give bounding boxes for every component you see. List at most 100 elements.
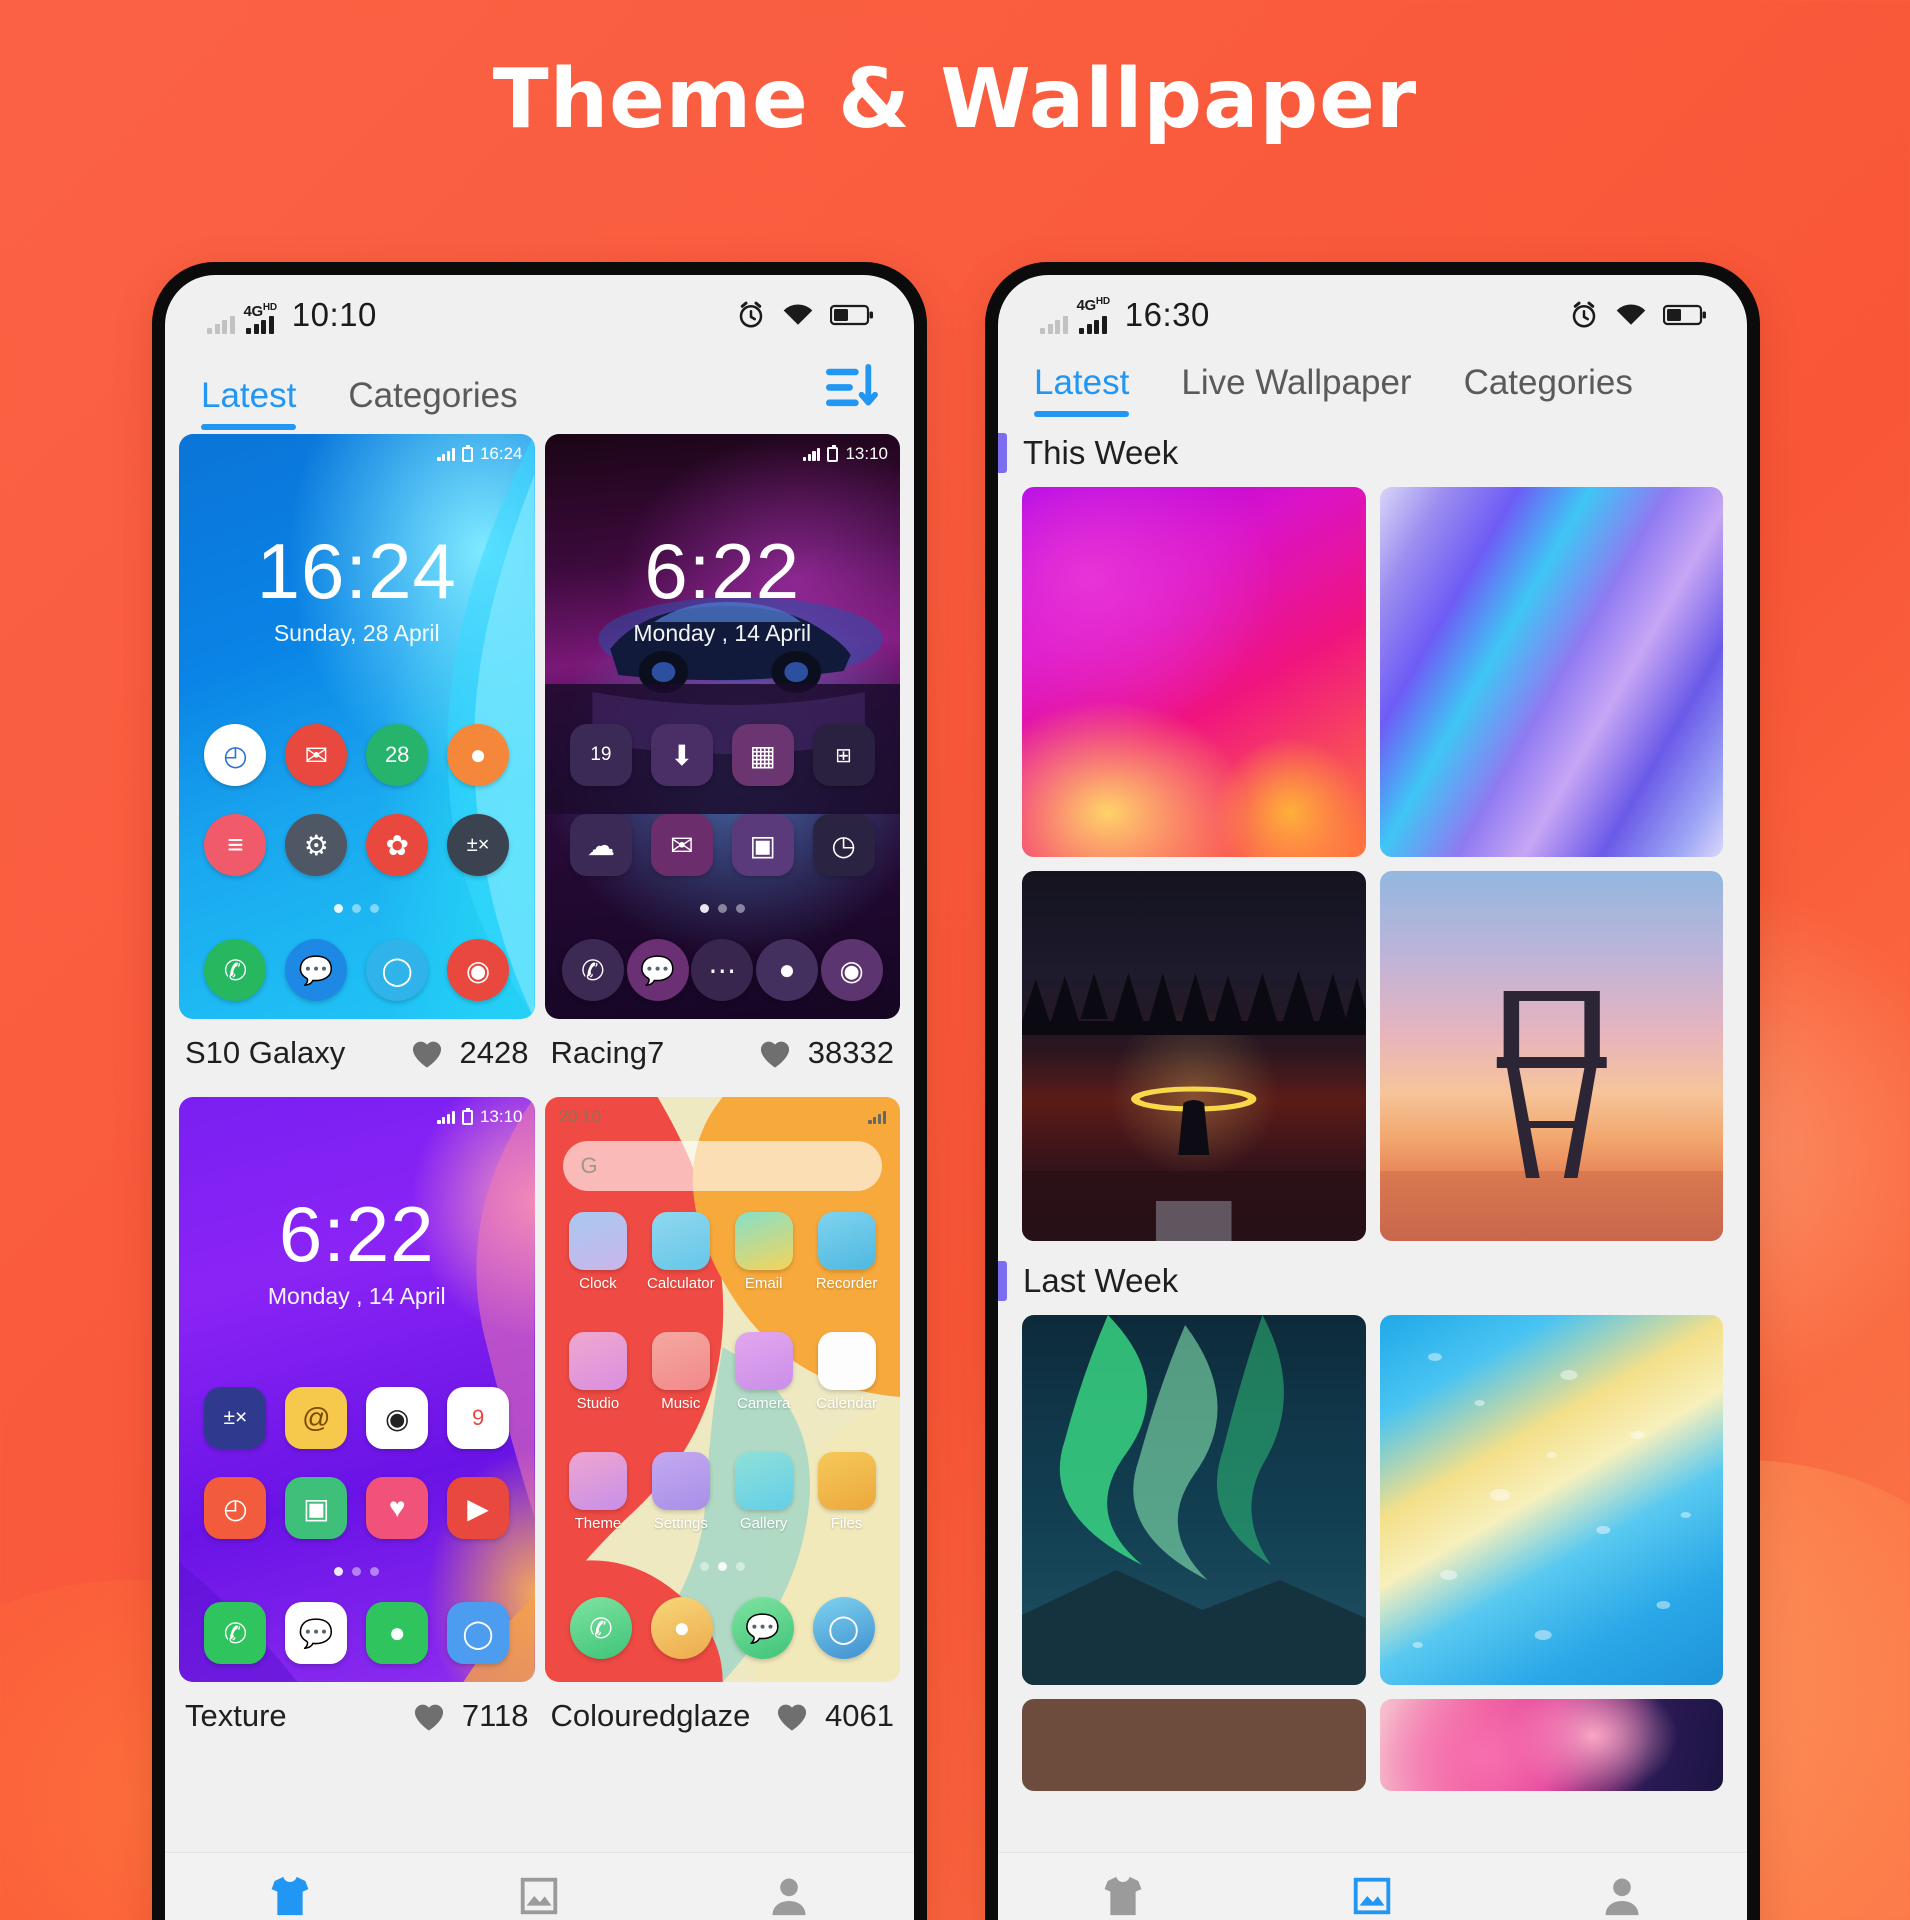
theme-list[interactable]: 16:24 16:24 Sunday, 28 April ◴ ✉ 28 ● ≡ …	[165, 430, 914, 1852]
clock-app-icon: ◴	[204, 1477, 267, 1539]
contacts-app-icon: ●	[366, 1602, 429, 1664]
theme-card[interactable]: 20:10 G Clock Calculator Email Recorder …	[544, 1097, 900, 1752]
theme-preview[interactable]: 16:24 16:24 Sunday, 28 April ◴ ✉ 28 ● ≡ …	[179, 434, 535, 1019]
signal-bars-dark-icon	[1079, 314, 1107, 334]
gallery-app-icon: ▣	[285, 1477, 348, 1539]
preview-clock: 6:22	[644, 527, 801, 615]
heart-icon	[414, 1704, 443, 1731]
nav-item-wallpaper[interactable]: Wallpaper	[1282, 1873, 1462, 1920]
camera-app-icon: ◉	[447, 939, 510, 1001]
search-bar[interactable]: G	[562, 1141, 882, 1191]
like-count-group: 38332	[758, 1035, 894, 1071]
mail-app-icon: ✉	[285, 724, 348, 786]
theme-card[interactable]: 16:24 16:24 Sunday, 28 April ◴ ✉ 28 ● ≡ …	[179, 434, 535, 1089]
tab-latest[interactable]: Latest	[201, 376, 297, 430]
app-item: Gallery	[727, 1452, 801, 1532]
tshirt-icon	[271, 1876, 309, 1916]
like-count: 4061	[825, 1698, 894, 1733]
wallpaper-card[interactable]	[1379, 487, 1723, 857]
theme-preview[interactable]: 20:10 G Clock Calculator Email Recorder …	[544, 1097, 900, 1682]
browser-app-icon: ◯	[366, 939, 429, 1001]
signal-bars-dim-icon	[1040, 314, 1068, 334]
app-item: Theme	[561, 1452, 635, 1532]
calendar-app-icon: 19	[569, 724, 632, 786]
like-count-group: 2428	[410, 1035, 529, 1071]
preview-date: Monday , 14 April	[633, 620, 812, 646]
app-item: Camera	[727, 1332, 801, 1412]
nav-item-theme[interactable]: Theme	[200, 1873, 380, 1920]
signal-bars-dim-icon	[207, 314, 235, 334]
preview-status-bar: 20:10	[559, 1107, 886, 1127]
contacts-app-icon: ●	[447, 724, 510, 786]
status-time: 10:10	[291, 296, 377, 333]
phone-app-icon: ✆	[204, 939, 267, 1001]
nav-item-mine[interactable]: Mine	[699, 1873, 879, 1920]
app-item: Settings	[644, 1452, 718, 1532]
app-item: Calculator	[644, 1212, 718, 1292]
tab-live-wallpaper[interactable]: Live Wallpaper	[1181, 363, 1411, 417]
app-item: Clock	[561, 1212, 635, 1292]
calculator-app-icon: ±×	[447, 814, 510, 876]
nav-item-wallpaper[interactable]: Wallpaper	[449, 1873, 629, 1920]
section-accent-bar	[998, 1261, 1007, 1301]
wallpaper-card[interactable]	[1022, 1699, 1366, 1791]
heart-icon	[412, 1041, 441, 1068]
gallery-app-icon: ✿	[366, 814, 429, 876]
status-bar-right: 4GHD 16:30	[998, 275, 1747, 345]
section-title: Last Week	[1023, 1262, 1179, 1299]
page-title: Theme & Wallpaper	[492, 52, 1418, 147]
like-count-group: 7118	[412, 1698, 529, 1734]
youtube-app-icon: ▶	[447, 1477, 510, 1539]
theme-card[interactable]: 13:10 6:22 Monday , 14 April 19 ⬇ ▦ ⊞ ☁ …	[544, 434, 900, 1089]
preview-status-bar: 13:10	[802, 444, 888, 464]
sort-descending-icon[interactable]	[824, 363, 878, 418]
contacts-app-icon: ●	[755, 939, 818, 1001]
tab-latest[interactable]: Latest	[1034, 363, 1130, 417]
wallpaper-card[interactable]	[1379, 1315, 1723, 1685]
status-time: 16:30	[1124, 296, 1210, 333]
clock-app-icon: ◷	[812, 814, 875, 876]
wallpaper-card[interactable]	[1022, 871, 1366, 1241]
person-icon	[1605, 1878, 1639, 1916]
status-bar-left: 4GHD 10:10	[165, 275, 914, 345]
wallpaper-card[interactable]	[1022, 487, 1366, 857]
weather-app-icon: ☁	[569, 814, 632, 876]
apps-drawer-icon: ⋯	[691, 939, 754, 1001]
network-type-icon: 4GHD	[1077, 297, 1110, 334]
app-item: Email	[727, 1212, 801, 1292]
photos-app-icon: ▣	[731, 814, 794, 876]
tab-categories[interactable]: Categories	[348, 376, 517, 430]
bottom-nav-left: Theme Wallpaper Mine	[165, 1852, 914, 1920]
water-drops-artwork	[1412, 1353, 1691, 1648]
wallpaper-card[interactable]	[1379, 871, 1723, 1241]
battery-icon	[830, 304, 873, 326]
tab-categories[interactable]: Categories	[1464, 363, 1633, 417]
wallpaper-card[interactable]	[1022, 1315, 1366, 1685]
alarm-icon	[739, 301, 763, 328]
gallery-app-icon: ▦	[731, 724, 794, 786]
camera-app-icon: ◉	[820, 939, 883, 1001]
heart-icon	[777, 1704, 807, 1731]
contacts-app-icon: ●	[650, 1597, 713, 1659]
signal-bars-dark-icon	[246, 316, 274, 334]
nav-item-mine[interactable]: Mine	[1532, 1873, 1712, 1920]
tab-bar-left: Latest Categories	[165, 345, 914, 430]
calendar-app-icon: 28	[366, 724, 429, 786]
phone-app-icon: ✆	[569, 1597, 632, 1659]
wallpaper-list[interactable]: This Week Last Week	[998, 417, 1747, 1852]
nav-item-theme[interactable]: Theme	[1033, 1873, 1213, 1920]
section-header-last-week: Last Week	[998, 1251, 1747, 1315]
theme-preview[interactable]: 13:10 6:22 Monday , 14 April ±× @ ◉ 9 ◴ …	[179, 1097, 535, 1682]
battery-icon	[1663, 304, 1706, 326]
phone-app-icon: ✆	[561, 939, 624, 1001]
preview-clock: 6:22	[278, 1190, 435, 1278]
alarm-icon	[1572, 301, 1596, 328]
wallpaper-card[interactable]	[1379, 1699, 1723, 1791]
theme-card[interactable]: 13:10 6:22 Monday , 14 April ±× @ ◉ 9 ◴ …	[179, 1097, 535, 1752]
network-type-icon: 4GHD	[244, 303, 277, 334]
theme-preview[interactable]: 13:10 6:22 Monday , 14 April 19 ⬇ ▦ ⊞ ☁ …	[544, 434, 900, 1019]
section-header-this-week: This Week	[998, 423, 1747, 487]
preview-status-bar: 13:10	[437, 1107, 523, 1127]
google-search-icon: G	[580, 1153, 598, 1178]
app-item: Calendar	[810, 1332, 884, 1412]
